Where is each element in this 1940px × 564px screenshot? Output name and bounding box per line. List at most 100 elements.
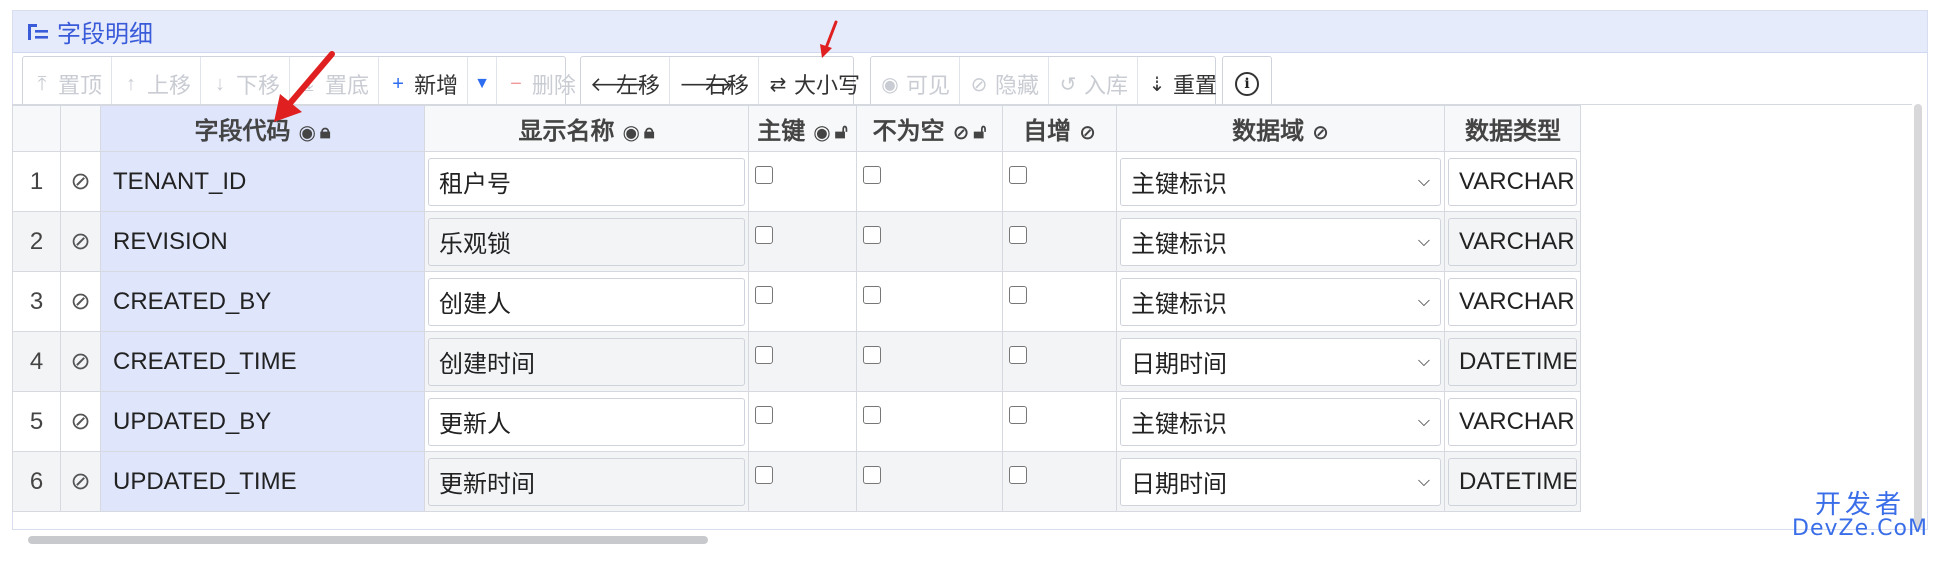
data-domain-cell: 日期时间 ⌵ [1116, 451, 1445, 512]
eye-slash-icon[interactable]: ⊘ [1312, 122, 1329, 144]
header-display-name[interactable]: 显示名称 ◉ 🔒︎ [424, 105, 749, 152]
header-data-domain[interactable]: 数据域 ⊘ [1116, 105, 1445, 152]
display-name-input[interactable]: 乐观锁 [428, 217, 745, 266]
field-code-cell[interactable]: REVISION [100, 211, 425, 272]
eye-slash-icon[interactable]: ⊘ [70, 408, 90, 435]
data-domain-select[interactable]: 主键标识 ⌵ [1120, 277, 1441, 326]
eye-slash-icon[interactable]: ⊘ [70, 168, 90, 195]
eye-slash-icon[interactable]: ⊘ [70, 348, 90, 375]
minus-icon: − [510, 72, 522, 95]
data-domain-select[interactable]: 日期时间 ⌵ [1120, 337, 1441, 386]
data-type-cell: DATETIME [1444, 331, 1581, 392]
visibility-toggle[interactable]: ⊘ [60, 391, 101, 452]
header-primary-key[interactable]: 主键 ◉ 🔓︎ [748, 105, 857, 152]
display-name-input[interactable]: 更新时间 [428, 457, 745, 506]
not-null-cell [856, 211, 1003, 272]
display-name-input[interactable]: 更新人 [428, 397, 745, 446]
visibility-toggle[interactable]: ⊘ [60, 451, 101, 512]
primary-key-cell [748, 331, 857, 392]
field-code-cell[interactable]: UPDATED_TIME [100, 451, 425, 512]
not-null-checkbox[interactable] [863, 166, 881, 184]
not-null-checkbox[interactable] [863, 346, 881, 364]
move-left-button[interactable]: 🡐 左移 [581, 57, 671, 111]
data-domain-select[interactable]: 主键标识 ⌵ [1120, 397, 1441, 446]
primary-key-checkbox[interactable] [755, 286, 773, 304]
unlock-icon[interactable]: 🔓︎ [973, 121, 986, 143]
header-row: 字段代码 ◉ 🔒︎ 显示名称 ◉ 🔒︎ 主键 ◉ 🔓︎ 不为空 ⊘ 🔓︎ 自增 ⊘ 数据域 ⊘ 数据… [12, 105, 1581, 152]
case-toggle-button[interactable]: ⇄ 大小写 [759, 57, 869, 111]
move-right-button[interactable]: 🡒 右移 [670, 57, 760, 111]
table-row[interactable]: 3 ⊘ CREATED_BY 创建人 主键标识 ⌵ VARCHAR [12, 271, 1581, 332]
vertical-scrollbar[interactable] [1914, 104, 1922, 530]
table-row[interactable]: 1 ⊘ TENANT_ID 租户号 主键标识 ⌵ VARCHAR [12, 151, 1581, 212]
delete-field-button[interactable]: − 删除 [497, 57, 585, 111]
data-type-input[interactable]: VARCHAR [1448, 217, 1577, 266]
data-domain-select[interactable]: 主键标识 ⌵ [1120, 217, 1441, 266]
table-row[interactable]: 2 ⊘ REVISION 乐观锁 主键标识 ⌵ VARCHAR [12, 211, 1581, 272]
primary-key-checkbox[interactable] [755, 406, 773, 424]
horizontal-scrollbar[interactable] [28, 536, 708, 544]
not-null-checkbox[interactable] [863, 226, 881, 244]
chevron-down-icon: ⌵ [1417, 352, 1430, 370]
header-field-code[interactable]: 字段代码 ◉ 🔒︎ [100, 105, 425, 152]
display-name-input[interactable]: 创建人 [428, 277, 745, 326]
eye-slash-icon[interactable]: ⊘ [70, 468, 90, 495]
auto-increment-checkbox[interactable] [1009, 466, 1027, 484]
data-domain-select[interactable]: 主键标识 ⌵ [1120, 157, 1441, 206]
header-auto-increment[interactable]: 自增 ⊘ [1002, 105, 1117, 152]
lock-icon[interactable]: 🔒︎ [644, 121, 655, 143]
primary-key-checkbox[interactable] [755, 226, 773, 244]
visibility-toggle[interactable]: ⊘ [60, 271, 101, 332]
move-up-button[interactable]: ↑ 上移 [112, 57, 202, 111]
eye-slash-icon[interactable]: ⊘ [1079, 122, 1096, 144]
data-domain-cell: 主键标识 ⌵ [1116, 211, 1445, 272]
eye-icon[interactable]: ◉ [622, 122, 639, 144]
eye-icon[interactable]: ◉ [813, 122, 830, 144]
auto-increment-checkbox[interactable] [1009, 406, 1027, 424]
visibility-toggle[interactable]: ⊘ [60, 151, 101, 212]
show-button[interactable]: ◉ 可见 [871, 57, 961, 111]
field-code-cell[interactable]: UPDATED_BY [100, 391, 425, 452]
add-field-button[interactable]: + 新增 [379, 57, 469, 111]
auto-increment-checkbox[interactable] [1009, 226, 1027, 244]
visibility-toggle[interactable]: ⊘ [60, 331, 101, 392]
store-button[interactable]: ↺ 入库 [1049, 57, 1139, 111]
move-top-button[interactable]: ⤒ 置顶 [23, 57, 113, 111]
eye-slash-icon[interactable]: ⊘ [70, 288, 90, 315]
data-type-input[interactable]: VARCHAR [1448, 397, 1577, 446]
header-not-null[interactable]: 不为空 ⊘ 🔓︎ [856, 105, 1003, 152]
eye-slash-icon[interactable]: ⊘ [953, 122, 970, 144]
field-code-cell[interactable]: CREATED_TIME [100, 331, 425, 392]
visibility-toggle[interactable]: ⊘ [60, 211, 101, 272]
primary-key-checkbox[interactable] [755, 166, 773, 184]
field-code-cell[interactable]: TENANT_ID [100, 151, 425, 212]
field-code-cell[interactable]: CREATED_BY [100, 271, 425, 332]
eye-slash-icon[interactable]: ⊘ [70, 228, 90, 255]
display-name-input[interactable]: 租户号 [428, 157, 745, 206]
table-row[interactable]: 5 ⊘ UPDATED_BY 更新人 主键标识 ⌵ VARCHAR [12, 391, 1581, 452]
reset-button[interactable]: ⇣ 重置 [1138, 57, 1226, 111]
not-null-checkbox[interactable] [863, 286, 881, 304]
auto-increment-checkbox[interactable] [1009, 286, 1027, 304]
primary-key-cell [748, 151, 857, 212]
primary-key-checkbox[interactable] [755, 466, 773, 484]
data-type-input[interactable]: DATETIME [1448, 457, 1577, 506]
primary-key-checkbox[interactable] [755, 346, 773, 364]
annotation-arrow-icon [274, 51, 335, 122]
table-row[interactable]: 6 ⊘ UPDATED_TIME 更新时间 日期时间 ⌵ DATETIME [12, 451, 1581, 512]
auto-increment-checkbox[interactable] [1009, 166, 1027, 184]
header-data-type[interactable]: 数据类型 [1444, 105, 1581, 152]
unlock-icon[interactable]: 🔓︎ [835, 121, 848, 143]
data-type-input[interactable]: VARCHAR [1448, 277, 1577, 326]
hide-button[interactable]: ⊘ 隐藏 [960, 57, 1050, 111]
auto-increment-cell [1002, 331, 1117, 392]
display-name-input[interactable]: 创建时间 [428, 337, 745, 386]
auto-increment-checkbox[interactable] [1009, 346, 1027, 364]
data-type-input[interactable]: DATETIME [1448, 337, 1577, 386]
add-dropdown-button[interactable]: ▼ [468, 57, 497, 111]
not-null-checkbox[interactable] [863, 466, 881, 484]
table-row[interactable]: 4 ⊘ CREATED_TIME 创建时间 日期时间 ⌵ DATETIME [12, 331, 1581, 392]
data-domain-select[interactable]: 日期时间 ⌵ [1120, 457, 1441, 506]
data-type-input[interactable]: VARCHAR [1448, 157, 1577, 206]
not-null-checkbox[interactable] [863, 406, 881, 424]
